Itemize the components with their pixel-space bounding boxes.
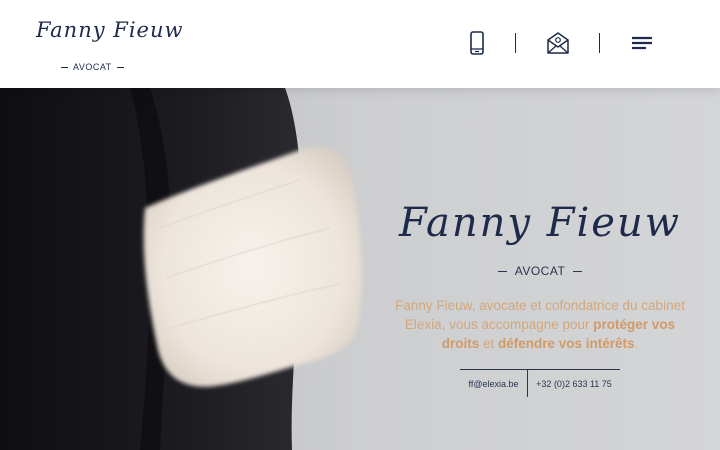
hero-content: Fanny Fieuw AVOCAT Fanny Fieuw, avocate … (380, 200, 700, 397)
hero-signature: Fanny Fieuw (399, 200, 681, 246)
logo-signature: Fanny Fieuw (36, 18, 184, 42)
hero-text-emphasis: défendre vos intérêts (497, 336, 635, 351)
logo-subtitle: AVOCAT (56, 62, 116, 72)
phone-link[interactable]: +32 (0)2 633 11 75 (528, 370, 620, 397)
header-divider (599, 33, 600, 53)
header-divider (515, 33, 516, 53)
mobile-phone-icon[interactable] (464, 30, 490, 56)
hero-text-part: et (479, 336, 498, 351)
hero-text-part: . (634, 336, 639, 351)
hero-contacts: ff@elexia.be +32 (0)2 633 11 75 (460, 369, 620, 397)
mail-icon[interactable] (545, 30, 571, 56)
hamburger-menu-icon[interactable] (630, 30, 656, 56)
hero-description: Fanny Fieuw, avocate et cofondatrice du … (385, 296, 695, 353)
email-link[interactable]: ff@elexia.be (460, 370, 528, 397)
logo[interactable]: Fanny Fieuw AVOCAT (34, 14, 182, 76)
hero-banner: Fanny Fieuw AVOCAT Fanny Fieuw, avocate … (0, 88, 720, 450)
hero-subtitle: AVOCAT (380, 264, 700, 278)
site-header: Fanny Fieuw AVOCAT (0, 0, 720, 88)
